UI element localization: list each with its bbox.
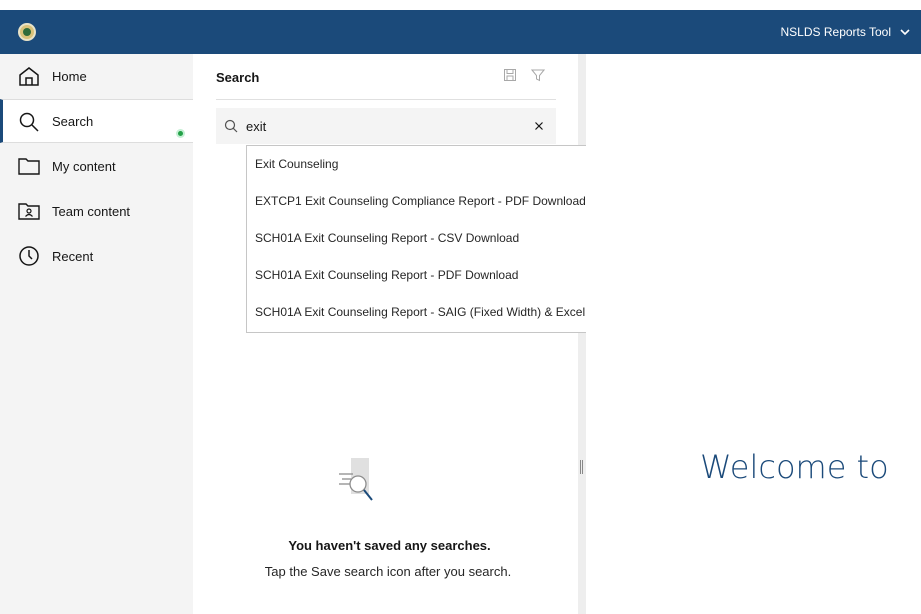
panel-title: Search [216, 70, 260, 85]
suggestion-item[interactable]: SCH01A Exit Counseling Report - SAIG (Fi… [247, 294, 619, 331]
search-box[interactable] [216, 108, 556, 144]
close-icon[interactable] [532, 119, 546, 133]
logo-icon[interactable] [18, 23, 36, 41]
search-panel: Search [193, 54, 578, 614]
search-input[interactable] [246, 108, 526, 144]
welcome-heading: Welcome to [700, 448, 889, 486]
left-navigation: Home Search My content Team content Rece… [0, 54, 193, 614]
suggestion-item[interactable]: EXTCP1 Exit Counseling Compliance Report… [247, 183, 619, 220]
nav-label-recent: Recent [52, 248, 94, 264]
panel-splitter[interactable] [578, 54, 586, 614]
suggestion-item[interactable]: SCH01A Exit Counseling Report - CSV Down… [247, 220, 619, 257]
search-icon [224, 119, 238, 133]
top-bar: NSLDS Reports Tool [0, 10, 921, 54]
team-folder-icon [18, 203, 40, 220]
clock-icon [19, 246, 39, 266]
folder-icon [18, 158, 40, 175]
empty-search-icon [339, 458, 373, 501]
nav-label-team-content: Team content [52, 203, 131, 219]
empty-state-text: Tap the Save search icon after you searc… [264, 564, 512, 579]
nav-item-home[interactable]: Home [0, 54, 193, 98]
filter-icon[interactable] [531, 68, 545, 82]
home-icon [19, 67, 39, 86]
nav-item-recent[interactable]: Recent [0, 234, 193, 278]
resize-handle[interactable] [580, 460, 583, 474]
app-name: NSLDS Reports Tool [780, 25, 892, 39]
nav-label-search: Search [52, 113, 94, 129]
main-content [586, 54, 921, 614]
nav-label-my-content: My content [52, 158, 116, 174]
notification-dot [176, 129, 185, 138]
nav-item-my-content[interactable]: My content [0, 144, 193, 188]
suggestion-item[interactable]: SCH01A Exit Counseling Report - PDF Down… [247, 257, 619, 294]
nav-item-search[interactable]: Search [0, 99, 193, 143]
empty-state-title: You haven't saved any searches. [288, 538, 491, 553]
search-icon [19, 112, 39, 132]
suggestion-item[interactable]: Exit Counseling [247, 146, 619, 183]
search-suggestions: Exit Counseling EXTCP1 Exit Counseling C… [246, 145, 620, 333]
divider [216, 99, 556, 100]
save-search-icon[interactable] [503, 68, 517, 82]
nav-label-home: Home [52, 68, 87, 84]
nav-item-team-content[interactable]: Team content [0, 189, 193, 233]
chevron-down-icon [900, 29, 910, 36]
app-switcher[interactable]: NSLDS Reports Tool [781, 10, 912, 54]
